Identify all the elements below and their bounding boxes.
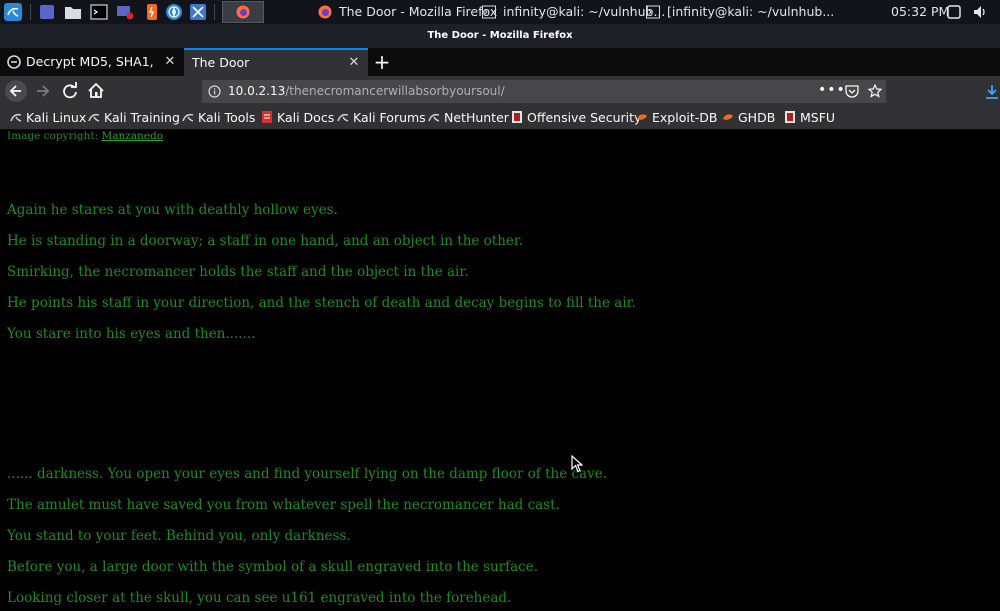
bookmark-kali-linux[interactable]: Kali Linux bbox=[10, 107, 86, 129]
story-paragraph: You stare into his eyes and then....... bbox=[7, 326, 256, 342]
site-info-icon[interactable] bbox=[208, 85, 221, 98]
bookmark-label: Kali Docs bbox=[277, 110, 335, 125]
taskbar-label: infinity@kali: ~/vulnhub... bbox=[503, 4, 666, 19]
copyright-author-link[interactable]: Manzanedo bbox=[101, 130, 163, 142]
bookmark-label: GHDB bbox=[738, 110, 776, 125]
bookmark-label: Kali Tools bbox=[198, 110, 256, 125]
story-paragraph: You stand to your feet. Behind you, only… bbox=[7, 528, 351, 544]
file-manager-icon[interactable] bbox=[64, 3, 82, 21]
browser-launcher-icon[interactable] bbox=[165, 3, 183, 21]
close-tab-icon[interactable]: ✕ bbox=[162, 54, 178, 70]
kali-docs-icon bbox=[262, 111, 272, 123]
exploit-db-icon bbox=[637, 114, 647, 120]
offsec-icon bbox=[512, 111, 522, 123]
copyright-prefix: Image copyright: bbox=[7, 130, 102, 142]
window-title: The Door - Mozilla Firefox bbox=[427, 30, 573, 41]
bookmark-offensive-security[interactable]: Offensive Security bbox=[511, 107, 641, 129]
story-paragraph: Before you, a large door with the symbol… bbox=[7, 559, 539, 575]
bookmark-kali-docs[interactable]: Kali Docs bbox=[261, 107, 334, 129]
story-paragraph: Smirking, the necromancer holds the staf… bbox=[7, 264, 469, 280]
bookmark-exploit-db[interactable]: Exploit-DB bbox=[636, 107, 717, 129]
navigation-toolbar: 10.0.2.13/thenecromancerwillabsorbyourso… bbox=[0, 76, 1000, 107]
page-content: Image copyright: Manzanedo Again he star… bbox=[0, 130, 1000, 611]
url-text[interactable]: 10.0.2.13/thenecromancerwillabsorbyourso… bbox=[228, 80, 505, 103]
forward-button[interactable] bbox=[31, 79, 55, 103]
story-paragraph: The amulet must have saved you from what… bbox=[7, 497, 560, 513]
kali-dragon-icon bbox=[428, 113, 440, 122]
page-actions-menu-icon[interactable]: ••• bbox=[818, 80, 846, 100]
window-title-bar[interactable]: The Door - Mozilla Firefox bbox=[0, 24, 1000, 48]
kali-dragon-icon bbox=[182, 113, 194, 122]
taskbar-label: [infinity@kali: ~/vulnhub... bbox=[667, 4, 835, 19]
story-paragraph: He points his staff in your direction, a… bbox=[7, 295, 636, 311]
firefox-icon bbox=[318, 5, 332, 19]
bookmark-kali-forums[interactable]: Kali Forums bbox=[337, 107, 426, 129]
chain-link-icon bbox=[7, 55, 21, 69]
downloads-icon[interactable] bbox=[985, 84, 999, 99]
bookmark-label: Exploit-DB bbox=[652, 110, 718, 125]
terminal-icon bbox=[482, 5, 496, 19]
bookmark-star-icon[interactable] bbox=[868, 84, 882, 98]
story-paragraph: Looking closer at the skull, you can see… bbox=[7, 590, 512, 606]
bookmark-kali-training[interactable]: Kali Training bbox=[88, 107, 180, 129]
bookmark-nethunter[interactable]: NetHunter bbox=[428, 107, 509, 129]
offsec-icon bbox=[785, 111, 795, 123]
story-paragraph: He is standing in a doorway; a staff in … bbox=[7, 233, 524, 249]
url-path: /thenecromancerwillabsorbyoursoul/ bbox=[285, 84, 505, 98]
back-button[interactable] bbox=[4, 79, 28, 103]
firefox-icon bbox=[236, 5, 250, 19]
tab-label: The Door bbox=[192, 55, 250, 70]
panel-clock[interactable]: 05:32 PM bbox=[891, 0, 949, 24]
kali-dragon-icon bbox=[10, 113, 22, 122]
screen-recorder-icon[interactable] bbox=[116, 3, 134, 21]
panel-separator bbox=[214, 4, 215, 20]
taskbar-terminal-2[interactable]: [infinity@kali: ~/vulnhub... bbox=[646, 0, 834, 24]
terminal-launcher-icon[interactable] bbox=[90, 3, 108, 21]
active-workspace-button[interactable] bbox=[222, 1, 264, 23]
tab-strip: Decrypt MD5, SHA1, MyS ✕ The Door ✕ + bbox=[0, 48, 1000, 76]
exploit-db-icon bbox=[723, 114, 733, 120]
tab-decrypt-md5[interactable]: Decrypt MD5, SHA1, MyS ✕ bbox=[0, 48, 184, 76]
bookmark-kali-tools[interactable]: Kali Tools bbox=[182, 107, 255, 129]
taskbar-terminal-1[interactable]: infinity@kali: ~/vulnhub... bbox=[482, 0, 665, 24]
story-paragraph: Again he stares at you with deathly holl… bbox=[7, 202, 338, 218]
bookmark-label: Kali Linux bbox=[26, 110, 87, 125]
reload-button[interactable] bbox=[58, 79, 82, 103]
burpsuite-icon[interactable] bbox=[143, 3, 161, 21]
tab-label: Decrypt MD5, SHA1, MyS bbox=[26, 54, 158, 69]
volume-icon[interactable] bbox=[972, 4, 988, 20]
bookmark-label: Kali Training bbox=[104, 110, 180, 125]
close-tab-icon[interactable]: ✕ bbox=[346, 55, 362, 71]
bookmark-msfu[interactable]: MSFU bbox=[784, 107, 835, 129]
bookmark-label: Kali Forums bbox=[353, 110, 426, 125]
bookmark-label: MSFU bbox=[800, 110, 836, 125]
pocket-icon[interactable] bbox=[845, 85, 859, 98]
image-copyright: Image copyright: Manzanedo bbox=[7, 130, 163, 142]
tab-the-door[interactable]: The Door ✕ bbox=[184, 48, 368, 76]
panel-separator bbox=[30, 4, 31, 20]
taskbar-firefox[interactable]: The Door - Mozilla Firefox bbox=[318, 0, 497, 24]
home-button[interactable] bbox=[84, 79, 108, 103]
mouse-cursor-icon bbox=[571, 455, 583, 473]
show-desktop-icon[interactable] bbox=[38, 3, 56, 21]
bookmarks-toolbar: Kali Linux Kali Training Kali Tools Kali… bbox=[0, 107, 1000, 130]
bookmark-ghdb[interactable]: GHDB bbox=[722, 107, 775, 129]
kali-dragon-icon bbox=[337, 113, 349, 122]
bookmark-label: Offensive Security bbox=[527, 110, 642, 125]
bookmark-label: NetHunter bbox=[444, 110, 509, 125]
story-paragraph: ...... darkness. You open your eyes and … bbox=[7, 466, 607, 482]
kali-dragon-icon bbox=[88, 113, 100, 122]
terminal-icon bbox=[646, 5, 660, 19]
kali-menu-icon[interactable] bbox=[4, 3, 22, 21]
new-tab-button[interactable]: + bbox=[372, 52, 392, 72]
url-host: 10.0.2.13 bbox=[228, 84, 286, 98]
notification-icon[interactable] bbox=[947, 5, 961, 19]
url-bar[interactable]: 10.0.2.13/thenecromancerwillabsorbyourso… bbox=[202, 80, 886, 103]
settings-tool-icon[interactable] bbox=[189, 3, 207, 21]
desktop-top-panel: The Door - Mozilla Firefox infinity@kali… bbox=[0, 0, 1000, 24]
taskbar-label: The Door - Mozilla Firefox bbox=[339, 4, 498, 19]
